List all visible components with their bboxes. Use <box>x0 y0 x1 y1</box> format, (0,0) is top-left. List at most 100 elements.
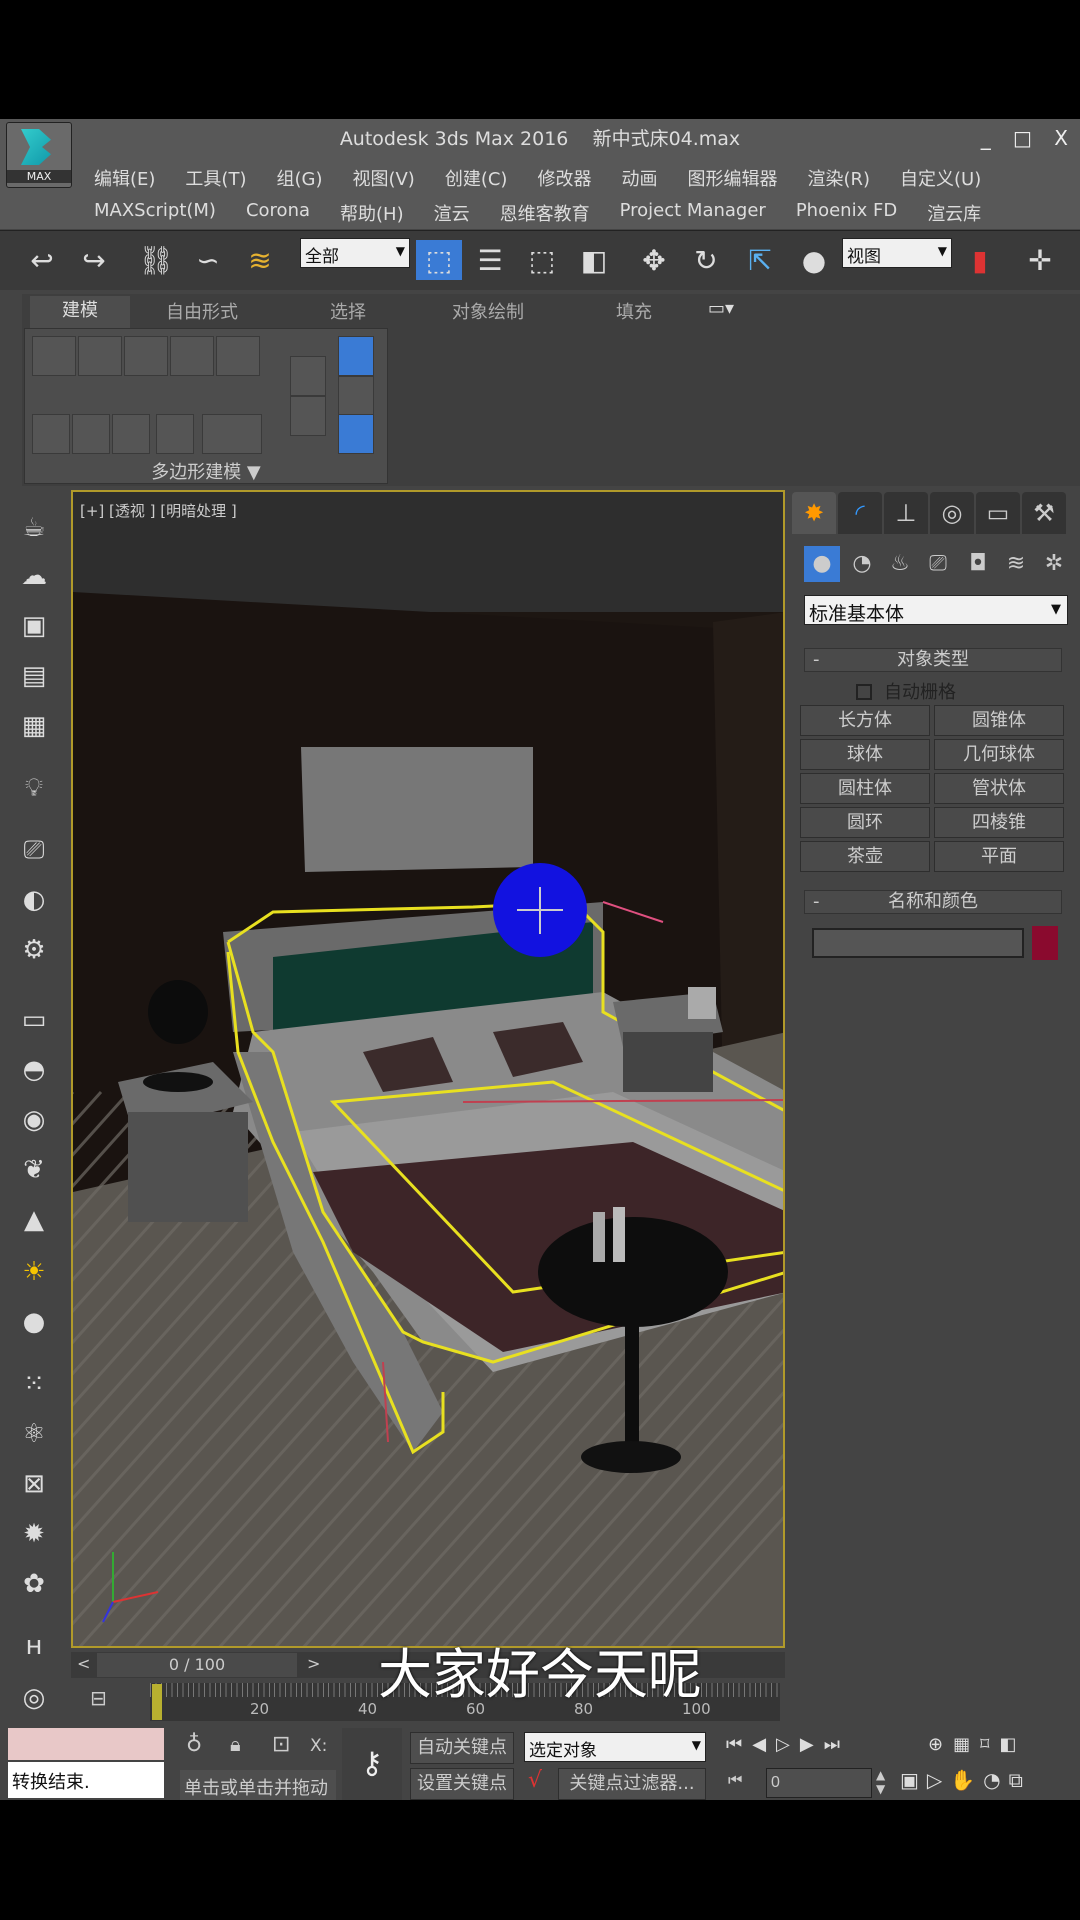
display-tab-icon[interactable]: ▭ <box>976 492 1020 534</box>
element-icon[interactable] <box>216 336 260 376</box>
teapot-icon[interactable]: ☕ <box>14 510 54 546</box>
border-icon[interactable] <box>124 336 168 376</box>
menu-item[interactable]: 恩维客教育 <box>500 200 590 226</box>
key-mode-toggle-icon[interactable]: ⏮ <box>728 1770 742 1790</box>
modify-tab-icon[interactable]: ◜ <box>838 492 882 534</box>
menu-item[interactable]: MAXScript(M) <box>94 200 216 226</box>
menu-item[interactable]: Corona <box>246 200 310 226</box>
viewport-perspective[interactable] <box>71 490 785 1648</box>
collapse-stack-icon[interactable] <box>156 414 194 454</box>
menu-item[interactable]: 视图(V) <box>352 165 414 191</box>
ribbon-tab-populate[interactable]: 填充 <box>616 298 652 324</box>
menu-item[interactable]: 渲染(R) <box>807 165 870 191</box>
ribbon-tab-object-paint[interactable]: 对象绘制 <box>452 298 524 324</box>
modify-mode-3-icon[interactable] <box>112 414 150 454</box>
camera-icon[interactable]: ⎚ <box>14 832 54 868</box>
reference-coord-dropdown[interactable]: 视图 <box>842 238 952 268</box>
gear-object-icon[interactable]: ✹ <box>14 1516 54 1552</box>
create-object-button[interactable]: 茶壶 <box>800 841 930 872</box>
shapes-icon[interactable]: ◔ <box>844 546 880 582</box>
key-icon[interactable]: ⚷ <box>342 1728 402 1800</box>
modify-mode-2-icon[interactable] <box>72 414 110 454</box>
helpers-icon[interactable]: ◘ <box>960 546 996 582</box>
shell-icon[interactable]: ❦ <box>14 1152 54 1188</box>
lock-icon[interactable]: 🔒︎ <box>230 1732 241 1756</box>
vertex-icon[interactable] <box>32 336 76 376</box>
viewport-label[interactable]: [+] [透视 ] [明暗处理 ] <box>80 500 237 521</box>
ribbon-tab-freeform[interactable]: 自由形式 <box>166 298 238 324</box>
create-object-button[interactable]: 圆环 <box>800 807 930 838</box>
key-filters-button[interactable]: 关键点过滤器... <box>558 1768 706 1800</box>
frame-spinner[interactable]: ▲ ▼ <box>876 1768 885 1796</box>
maxscript-prompt[interactable]: 转换结束. <box>8 1762 164 1798</box>
sphere-light-icon[interactable]: ◐ <box>14 882 54 918</box>
panel-light-icon[interactable]: ▭ <box>14 1002 54 1038</box>
molecule-icon[interactable]: ⚛ <box>14 1416 54 1452</box>
rect-selection-icon[interactable]: ⬚ <box>522 240 562 280</box>
make-unique-icon[interactable] <box>338 376 374 416</box>
stack-up-icon[interactable] <box>290 356 326 396</box>
stack-down-icon[interactable] <box>290 396 326 436</box>
cameras-icon[interactable]: ⎚ <box>920 546 956 582</box>
axis-constraint-icon[interactable]: ✛ <box>1020 240 1060 280</box>
category-dropdown[interactable]: 标准基本体 ▼ <box>804 595 1068 625</box>
dome-icon[interactable]: ◓ <box>14 1052 54 1088</box>
panel-label[interactable]: 多边形建模 ▼ <box>24 458 388 484</box>
selection-filter-dropdown[interactable]: 全部 <box>300 238 410 268</box>
select-object-icon[interactable]: ⬚ <box>416 240 462 280</box>
sphere-icon[interactable]: ● <box>14 1304 54 1340</box>
lights-icon[interactable]: ♨ <box>882 546 918 582</box>
undo-icon[interactable]: ↩ <box>22 240 62 280</box>
select-by-name-icon[interactable]: ☰ <box>470 240 510 280</box>
link-icon[interactable]: ⛓ <box>136 240 176 280</box>
preview-icon[interactable] <box>202 414 262 454</box>
create-object-button[interactable]: 球体 <box>800 739 930 770</box>
current-frame-input[interactable] <box>766 1768 872 1798</box>
placement-icon[interactable]: ● <box>794 240 834 280</box>
polygon-icon[interactable] <box>170 336 214 376</box>
rotate-icon[interactable]: ↻ <box>686 240 726 280</box>
plant-icon[interactable]: ✿ <box>14 1566 54 1602</box>
window-controls[interactable]: _ □ X <box>981 126 1076 150</box>
create-object-button[interactable]: 圆锥体 <box>934 705 1064 736</box>
unlink-icon[interactable]: ∽ <box>188 240 228 280</box>
ribbon-tab-selection[interactable]: 选择 <box>330 298 366 324</box>
light-icon[interactable]: 💡︎ <box>14 770 54 806</box>
create-object-button[interactable]: 长方体 <box>800 705 930 736</box>
menu-item[interactable]: 图形编辑器 <box>687 165 777 191</box>
auto-key-button[interactable]: 自动关键点 <box>410 1732 514 1764</box>
isolate-icon[interactable]: ♁ <box>186 1732 202 1757</box>
menu-item[interactable]: 自定义(U) <box>900 165 981 191</box>
bind-spacewarp-icon[interactable]: ≋ <box>240 240 280 280</box>
window-crossing-icon[interactable]: ◧ <box>574 240 614 280</box>
geometry-icon[interactable]: ● <box>804 546 840 582</box>
create-object-button[interactable]: 圆柱体 <box>800 773 930 804</box>
viewport-nav-controls[interactable]: ⊕▦⌑◧ <box>928 1734 1026 1755</box>
menu-item[interactable]: 创建(C) <box>445 165 508 191</box>
object-name-input[interactable] <box>812 928 1024 958</box>
create-object-button[interactable]: 几何球体 <box>934 739 1064 770</box>
edge-icon[interactable] <box>78 336 122 376</box>
menu-item[interactable]: 组(G) <box>276 165 322 191</box>
particles-icon[interactable]: ⁙ <box>14 1366 54 1402</box>
menu-item[interactable]: Phoenix FD <box>796 200 897 226</box>
object-type-rollout[interactable]: - 对象类型 <box>804 648 1062 672</box>
render-setup-icon[interactable]: ⚙ <box>14 932 54 968</box>
ribbon-tab-modeling[interactable]: 建模 <box>30 296 130 328</box>
sun-icon[interactable]: ☀ <box>14 1254 54 1290</box>
create-tab-icon[interactable]: ✸ <box>792 492 836 534</box>
menu-item[interactable]: 帮助(H) <box>340 200 404 226</box>
hierarchy-tab-icon[interactable]: ⊥ <box>884 492 928 534</box>
redo-icon[interactable]: ↪ <box>74 240 114 280</box>
menu-item[interactable]: 动画 <box>621 165 657 191</box>
cloud-icon[interactable]: ☁ <box>14 558 54 594</box>
scale-icon[interactable]: ⇱ <box>740 240 780 280</box>
menu-item[interactable]: 编辑(E) <box>94 165 155 191</box>
object-color-swatch[interactable] <box>1032 926 1058 960</box>
key-mode-dropdown[interactable]: 选定对象 <box>524 1732 706 1762</box>
create-object-button[interactable]: 管状体 <box>934 773 1064 804</box>
create-object-button[interactable]: 平面 <box>934 841 1064 872</box>
show-end-result-icon[interactable] <box>338 336 374 376</box>
motion-tab-icon[interactable]: ◎ <box>930 492 974 534</box>
time-config-icons[interactable]: ▣▷✋◔⧉ <box>900 1768 1031 1792</box>
